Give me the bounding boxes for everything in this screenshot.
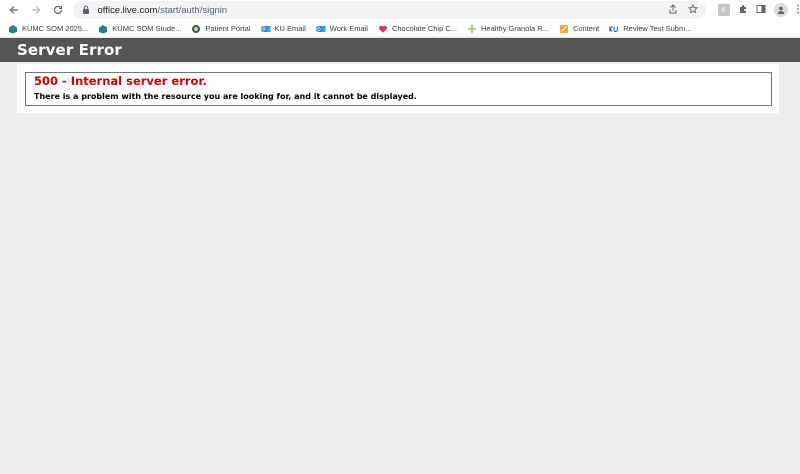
error-heading: 500 - Internal server error.: [34, 74, 207, 88]
url-path: /start/auth/signin: [157, 4, 228, 16]
bookmark-content[interactable]: Content: [559, 24, 599, 34]
bookmark-label: Review Test Subm...: [623, 24, 692, 33]
bookmark-label: KU Email: [274, 24, 306, 33]
url-host: office.live.com: [97, 4, 158, 16]
address-bar[interactable]: office.live.com/start/auth/signin: [73, 1, 706, 19]
error-box: 500 - Internal server error. There is a …: [25, 72, 772, 106]
back-arrow-icon[interactable]: [6, 2, 22, 18]
bookmark-chocolate-chip[interactable]: Chocolate Chip C...: [378, 24, 457, 34]
server-error-header: Server Error: [0, 38, 800, 62]
outlook-icon: [261, 24, 271, 34]
kumc-logo-icon: [8, 24, 18, 34]
bookmark-label: Work Email: [329, 24, 368, 33]
bookmark-patient-portal[interactable]: Patient Portal: [191, 24, 251, 34]
outlook-icon: [316, 24, 326, 34]
plus-icon: [467, 24, 477, 34]
bookmark-label: Chocolate Chip C...: [391, 24, 458, 33]
heart-icon: [378, 24, 388, 34]
bookmark-label: Content: [572, 24, 600, 33]
side-panel-icon[interactable]: [756, 4, 766, 17]
error-message: There is a problem with the resource you…: [34, 92, 417, 101]
bookmark-star-icon[interactable]: [687, 3, 699, 17]
bookmark-label: Patient Portal: [205, 24, 251, 33]
bookmark-work-email[interactable]: Work Email: [316, 24, 368, 34]
bookmark-kumc-som-student[interactable]: KUMC SOM Stude...: [98, 24, 181, 34]
bookmarks-bar: KUMC SOM 2025... KUMC SOM Stude... Patie…: [0, 20, 800, 38]
content-panel: 500 - Internal server error. There is a …: [17, 64, 779, 113]
url-text[interactable]: office.live.com/start/auth/signin: [97, 5, 227, 16]
reload-icon[interactable]: [50, 2, 66, 18]
lock-icon[interactable]: [81, 4, 91, 16]
portal-icon: [191, 24, 201, 34]
bookmark-healthy-granola[interactable]: Healthy Granola R...: [467, 24, 549, 34]
page-title: Server Error: [17, 41, 122, 59]
bookmark-label: Healthy Granola R...: [481, 24, 549, 33]
browser-toolbar: office.live.com/start/auth/signin K: [0, 0, 800, 20]
kebab-menu-icon[interactable]: [796, 4, 800, 17]
ku-icon: [609, 24, 619, 34]
forward-arrow-icon[interactable]: [28, 2, 44, 18]
kumc-logo-icon: [98, 24, 108, 34]
extension-badge-icon[interactable]: K: [718, 4, 730, 16]
bookmark-label: KUMC SOM Stude...: [112, 24, 182, 33]
content-icon: [559, 24, 569, 34]
share-icon[interactable]: [668, 3, 678, 17]
puzzle-extensions-icon[interactable]: [738, 4, 748, 17]
profile-avatar-icon[interactable]: [774, 3, 788, 17]
bookmark-kumc-som-2025[interactable]: KUMC SOM 2025...: [8, 24, 88, 34]
bookmark-review-test[interactable]: Review Test Subm...: [609, 24, 691, 34]
bookmark-label: KUMC SOM 2025...: [22, 24, 89, 33]
bookmark-ku-email[interactable]: KU Email: [261, 24, 306, 34]
